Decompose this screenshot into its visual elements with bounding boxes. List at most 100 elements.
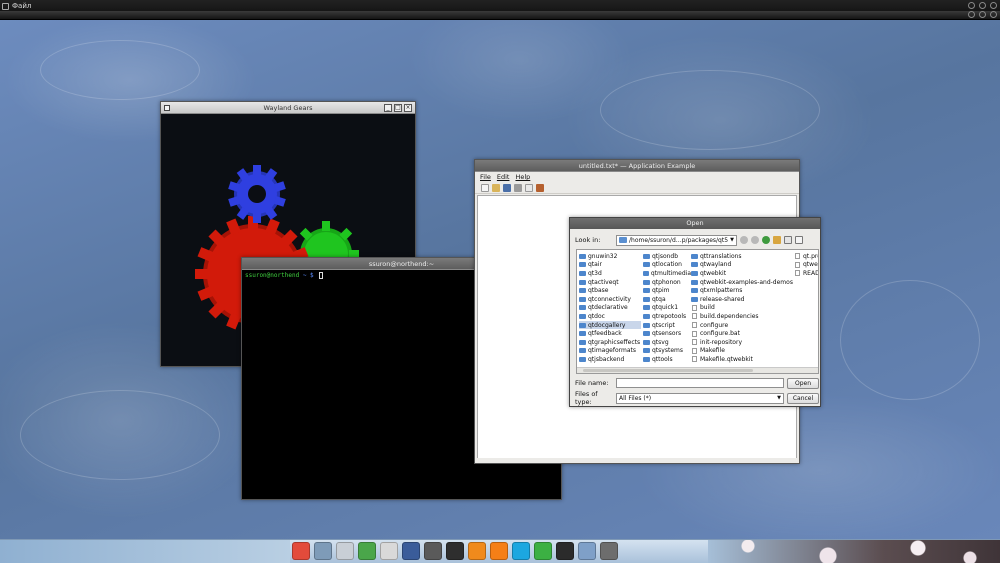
qt-creator-icon[interactable] xyxy=(534,542,552,560)
file-list-item[interactable]: qtwebkit xyxy=(691,269,793,278)
forward-icon[interactable] xyxy=(751,236,759,244)
window-menu-icon[interactable] xyxy=(164,105,170,111)
cancel-button[interactable]: Cancel xyxy=(787,392,819,404)
copy-icon[interactable] xyxy=(525,183,533,192)
file-name-input[interactable] xyxy=(616,378,784,388)
detail-view-icon[interactable] xyxy=(795,236,803,244)
open-dialog[interactable]: Open Look in: /home/ssuron/d…p/packages/… xyxy=(569,217,821,407)
folder-icon xyxy=(643,288,650,294)
close-icon[interactable] xyxy=(990,11,997,18)
file-list-item[interactable]: qtxmlpatterns xyxy=(691,286,793,295)
file-list-item[interactable]: qtsvg xyxy=(643,338,691,347)
file-list[interactable]: gnuwin32 qtair qt3d qtactiveqt qtbase qtconne… xyxy=(576,249,819,374)
tray-icon[interactable] xyxy=(979,2,986,9)
file-list-item[interactable]: qtjsondb xyxy=(643,252,691,261)
pie-icon[interactable] xyxy=(468,542,486,560)
file-list-item[interactable]: qtlocation xyxy=(643,261,691,270)
chrome-icon[interactable] xyxy=(292,542,310,560)
file-list-item[interactable]: qtdeclarative xyxy=(579,304,641,313)
file-list-item[interactable]: qtquick1 xyxy=(643,304,691,313)
files-of-type-combo[interactable]: All Files (*) ▼ xyxy=(616,392,784,404)
file-list-item[interactable]: qtair xyxy=(579,261,641,270)
parent-folder-icon[interactable] xyxy=(762,236,770,244)
file-list-item[interactable]: qt3d xyxy=(579,269,641,278)
files-icon[interactable] xyxy=(314,542,332,560)
file-list-item[interactable]: qtrepotools xyxy=(643,312,691,321)
cut-icon[interactable] xyxy=(514,183,522,192)
file-list-item[interactable]: qtdocgallery xyxy=(579,320,641,330)
new-folder-icon[interactable] xyxy=(773,236,781,244)
file-list-item[interactable]: qtactiveqt xyxy=(579,278,641,287)
settings-icon[interactable] xyxy=(600,542,618,560)
office-icon[interactable] xyxy=(358,542,376,560)
tray-icon[interactable] xyxy=(990,2,997,9)
file-list-item-label: qt.pro xyxy=(803,252,818,260)
file-list-item[interactable]: qtgraphicseffects xyxy=(579,338,641,347)
file-list-item[interactable]: gnuwin32 xyxy=(579,252,641,261)
tools-icon[interactable] xyxy=(424,542,442,560)
file-list-item[interactable]: qtwebkit-examples-and-demos xyxy=(691,278,793,287)
file-list-item[interactable]: build.dependencies xyxy=(691,312,793,321)
file-list-item[interactable]: Makefile xyxy=(691,347,793,356)
gears-titlebar[interactable]: Wayland Gears _ □ × xyxy=(161,102,415,114)
tray-icon[interactable] xyxy=(968,2,975,9)
file-list-item[interactable]: qtqa xyxy=(643,295,691,304)
file-list-item[interactable]: Makefile.qtwebkit xyxy=(691,355,793,364)
file-list-item-label: qtwebkit-examples-and-demos xyxy=(700,278,793,286)
skype-icon[interactable] xyxy=(512,542,530,560)
network-icon[interactable] xyxy=(578,542,596,560)
file-list-item[interactable]: build xyxy=(691,304,793,313)
files-of-type-label: Files of type: xyxy=(575,390,598,406)
file-list-item[interactable]: qtscript xyxy=(643,321,691,330)
minimize-icon[interactable] xyxy=(968,11,975,18)
back-icon[interactable] xyxy=(740,236,748,244)
list-view-icon[interactable] xyxy=(784,236,792,244)
close-button[interactable]: × xyxy=(404,104,412,112)
file-list-item[interactable]: configure xyxy=(691,321,793,330)
file-list-item[interactable]: qttranslations xyxy=(691,252,793,261)
menu-edit[interactable]: Edit xyxy=(497,172,510,182)
maximize-button[interactable]: □ xyxy=(394,104,402,112)
screenshot-icon[interactable] xyxy=(402,542,420,560)
file-list-item[interactable]: qtsystems xyxy=(643,347,691,356)
file-list-item[interactable]: qtdoc xyxy=(579,312,641,321)
file-list-item[interactable]: qt.pro xyxy=(794,252,818,261)
file-list-item[interactable]: qtfeedback xyxy=(579,329,641,338)
file-list-item[interactable]: qtjsbackend xyxy=(579,355,641,364)
minimize-button[interactable]: _ xyxy=(384,104,392,112)
file-list-item[interactable]: qtwayland xyxy=(691,261,793,270)
file-list-item[interactable]: release-shared xyxy=(691,295,793,304)
mail-icon[interactable] xyxy=(336,542,354,560)
file-list-item[interactable]: qtbase xyxy=(579,286,641,295)
horizontal-scrollbar[interactable] xyxy=(577,367,818,373)
look-in-combo[interactable]: /home/ssuron/d…p/packages/qt5 ▼ xyxy=(616,234,737,246)
app-titlebar[interactable]: untitled.txt* — Application Example xyxy=(475,160,799,172)
file-icon xyxy=(795,270,800,277)
menu-file[interactable]: File xyxy=(480,172,491,182)
file-list-item[interactable]: qtpim xyxy=(643,286,691,295)
file-list-item[interactable]: qtweb xyxy=(794,261,818,270)
new-file-icon[interactable] xyxy=(481,183,489,192)
top-panel-menu[interactable]: Файл xyxy=(2,2,31,10)
maximize-icon[interactable] xyxy=(979,11,986,18)
save-icon[interactable] xyxy=(503,183,511,192)
paste-icon[interactable] xyxy=(536,183,544,192)
file-name-row: File name: Open xyxy=(575,377,819,389)
open-button[interactable]: Open xyxy=(787,377,819,389)
editor-icon[interactable] xyxy=(380,542,398,560)
file-list-item[interactable]: qtphonon xyxy=(643,278,691,287)
console-icon[interactable] xyxy=(556,542,574,560)
menu-help[interactable]: Help xyxy=(515,172,530,182)
file-list-item[interactable]: init-repository xyxy=(691,338,793,347)
file-list-item[interactable]: qtmultimedia xyxy=(643,269,691,278)
scrollbar-thumb[interactable] xyxy=(583,369,753,372)
vlc-icon[interactable] xyxy=(490,542,508,560)
file-list-item[interactable]: READ xyxy=(794,269,818,278)
file-list-item[interactable]: qtimageformats xyxy=(579,347,641,356)
open-folder-icon[interactable] xyxy=(492,183,500,192)
file-list-item[interactable]: qtconnectivity xyxy=(579,295,641,304)
file-list-item[interactable]: qttools xyxy=(643,355,691,364)
terminal-app-icon[interactable] xyxy=(446,542,464,560)
file-list-item[interactable]: configure.bat xyxy=(691,329,793,338)
file-list-item[interactable]: qtsensors xyxy=(643,329,691,338)
